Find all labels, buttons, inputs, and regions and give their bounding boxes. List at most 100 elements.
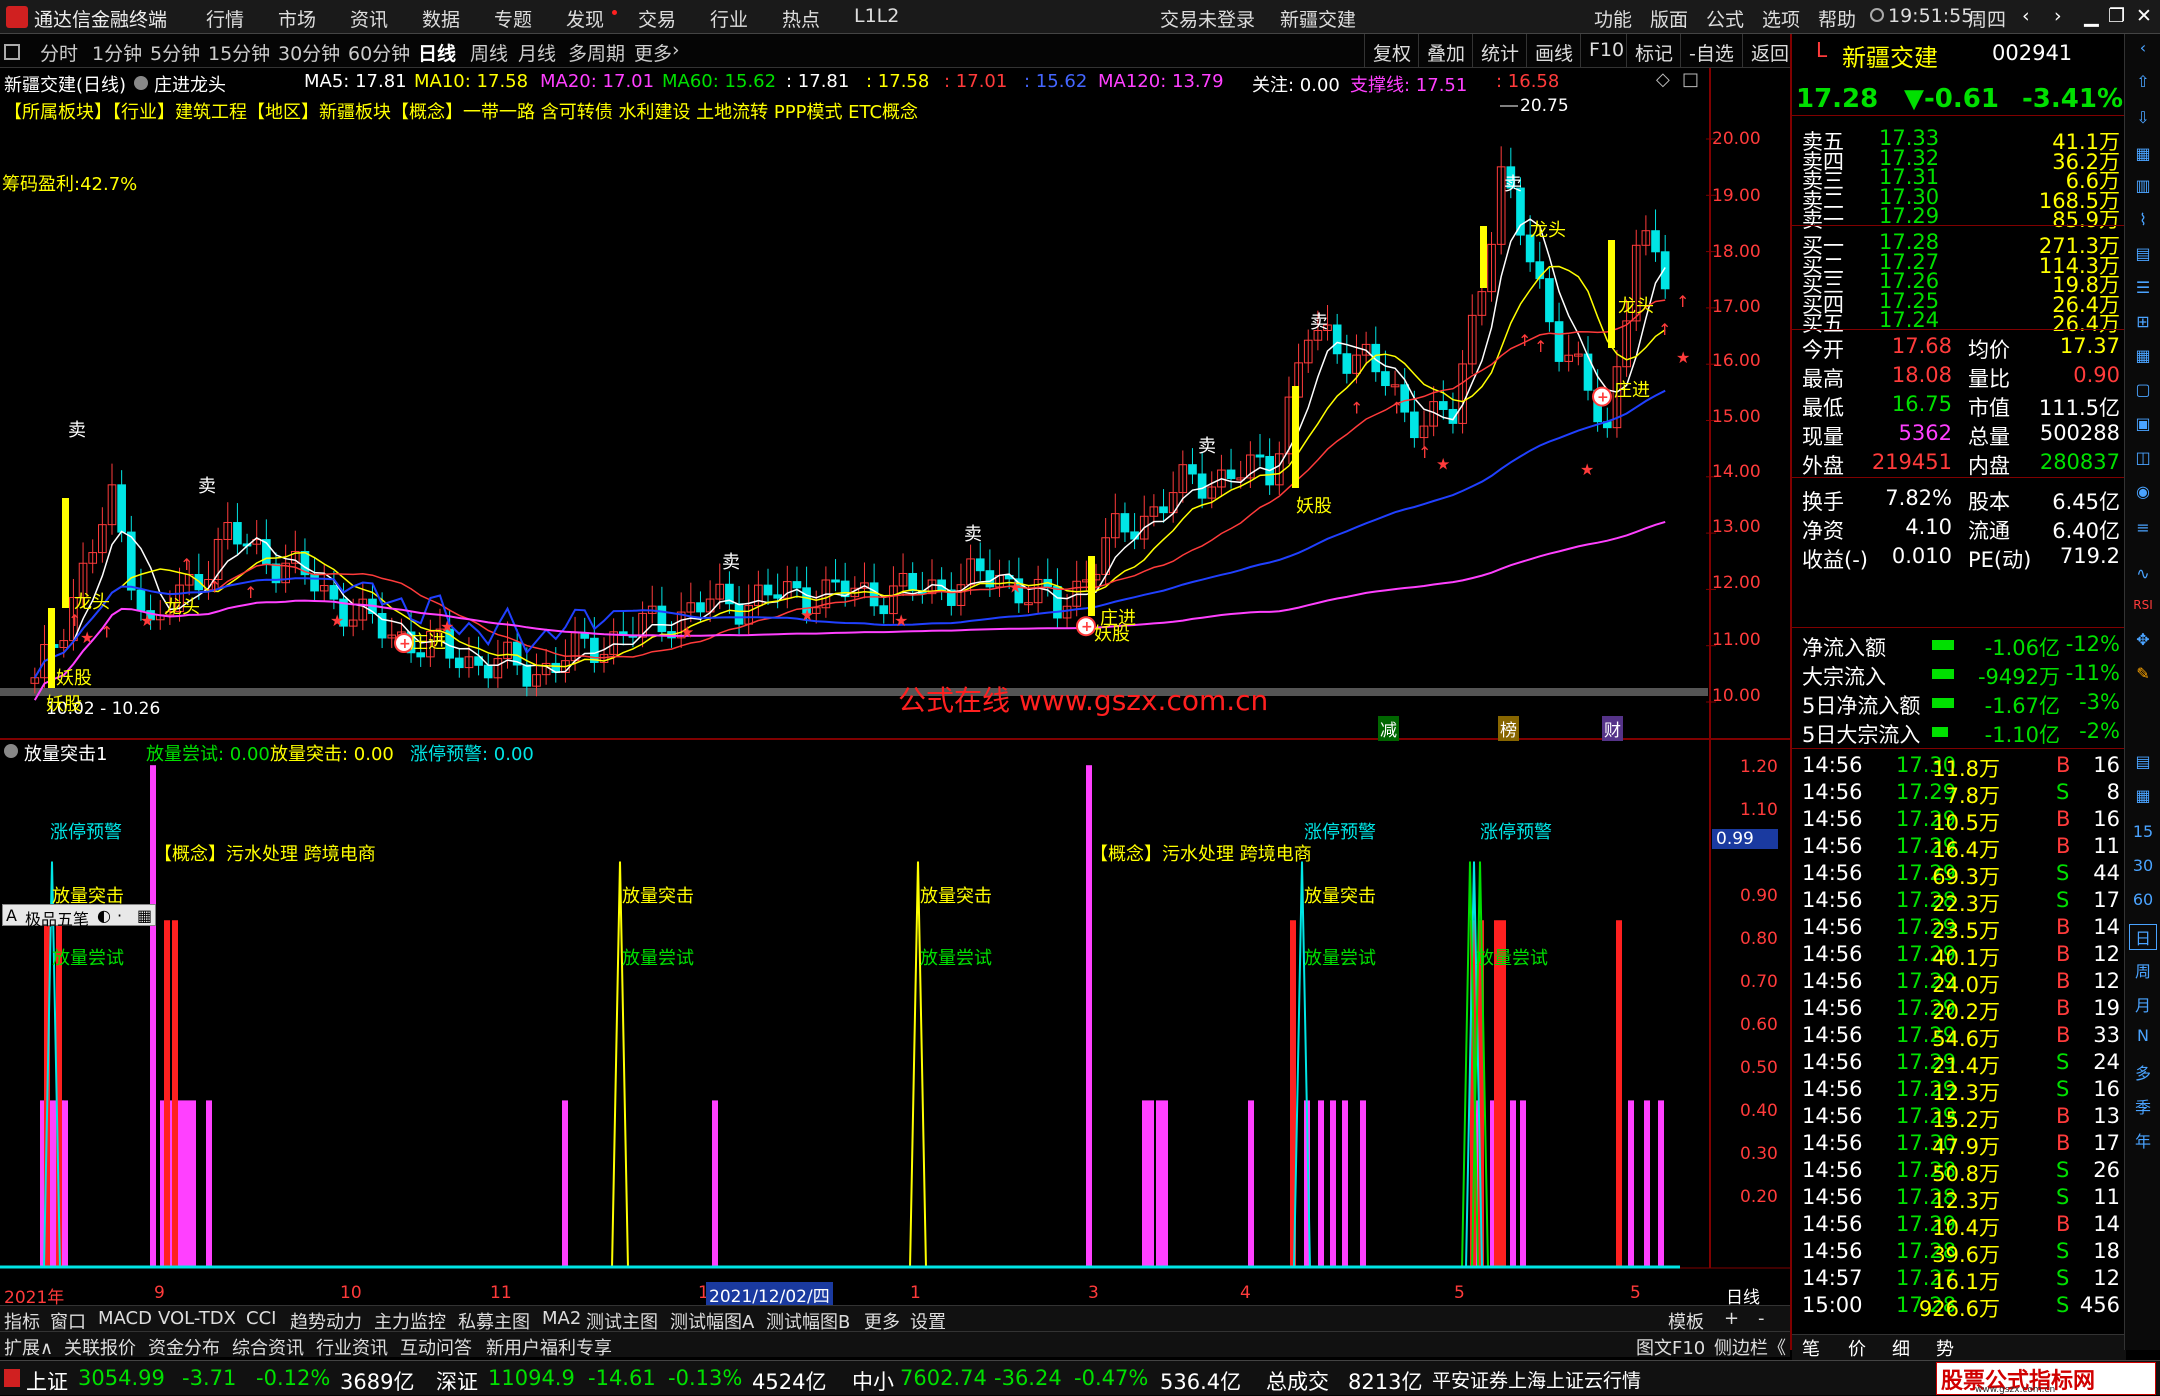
- tick-row[interactable]: 14:56 17.30 47.9万 B 17: [1792, 1131, 2126, 1159]
- tab-macd[interactable]: MACD: [98, 1308, 152, 1329]
- menu-item-l1l2[interactable]: L1L2: [854, 5, 899, 27]
- minimize-icon[interactable]: ▁: [2084, 5, 2099, 27]
- tab-qa[interactable]: 互动问答: [400, 1334, 472, 1360]
- ime-moon-icon[interactable]: ◐: [97, 906, 111, 925]
- period-quarter[interactable]: 季: [2129, 1094, 2157, 1120]
- tick-row[interactable]: 14:56 17.29 54.6万 B 33: [1792, 1023, 2126, 1051]
- tick-row[interactable]: 14:56 17.28 12.3万 S 11: [1792, 1185, 2126, 1213]
- list-icon[interactable]: ☰: [2129, 278, 2157, 304]
- layers-icon[interactable]: ◫: [2129, 448, 2157, 474]
- more-chevron-icon[interactable]: ›: [672, 39, 680, 61]
- period-tab-1min[interactable]: 1分钟: [92, 39, 142, 66]
- layout-grid-icon[interactable]: [4, 44, 20, 60]
- tool-back[interactable]: 返回: [1742, 34, 1797, 68]
- tool-f10[interactable]: F10: [1580, 34, 1632, 68]
- tool-draw[interactable]: 画线: [1526, 34, 1581, 68]
- expand-square-icon[interactable]: □: [1682, 69, 1699, 90]
- candle-icon[interactable]: ▤: [2129, 244, 2157, 270]
- tick-row[interactable]: 14:56 17.29 12.3万 S 16: [1792, 1077, 2126, 1105]
- stat2-row[interactable]: 净资 4.10 流通 6.40亿: [1792, 515, 2126, 543]
- tick-row[interactable]: 14:56 17.29 10.5万 B 16: [1792, 807, 2126, 835]
- stock-title-link[interactable]: 新疆交建: [1280, 5, 1356, 32]
- stat2-row[interactable]: 换手 7.82% 股本 6.45亿: [1792, 486, 2126, 514]
- zx-label[interactable]: 中小: [852, 1366, 894, 1396]
- tab-related-quotes[interactable]: 关联报价: [64, 1334, 136, 1360]
- tab-general-news[interactable]: 综合资讯: [232, 1334, 304, 1360]
- tab-ticks[interactable]: 笔: [1802, 1335, 1820, 1361]
- tick-row[interactable]: 14:57 17.27 16.1万 S 12: [1792, 1266, 2126, 1294]
- tab-fund-distribution[interactable]: 资金分布: [148, 1334, 220, 1360]
- stat-row[interactable]: 外盘 219451 内盘 280837: [1792, 450, 2126, 478]
- tool-overlay[interactable]: 叠加: [1418, 34, 1473, 68]
- tool-adjust[interactable]: 复权: [1364, 34, 1419, 68]
- tick-row[interactable]: 14:56 17.29 40.1万 B 12: [1792, 942, 2126, 970]
- menu-item-functions[interactable]: 功能: [1594, 5, 1632, 32]
- table-icon[interactable]: ▦: [2129, 346, 2157, 372]
- event-flag-finance[interactable]: 财: [1602, 716, 1623, 741]
- period-15[interactable]: 15: [2129, 822, 2157, 848]
- tab-price[interactable]: 价: [1848, 1335, 1866, 1361]
- period-tab-intraday[interactable]: 分时: [40, 39, 78, 66]
- period-multi[interactable]: 多: [2129, 1060, 2157, 1086]
- close-icon[interactable]: ✕: [2136, 5, 2152, 27]
- tab-sidebar[interactable]: 侧边栏《: [1714, 1334, 1786, 1360]
- period-tab-60min[interactable]: 60分钟: [348, 39, 410, 66]
- tab-cci[interactable]: CCI: [246, 1308, 276, 1329]
- period-day[interactable]: 日: [2129, 924, 2157, 950]
- menu-item-market[interactable]: 市场: [278, 5, 316, 32]
- menu-item-layout[interactable]: 版面: [1650, 5, 1688, 32]
- period-n[interactable]: N: [2129, 1026, 2157, 1052]
- tick-row[interactable]: 14:56 17.28 39.6万 S 18: [1792, 1239, 2126, 1267]
- forward-arrow-icon[interactable]: ›: [2054, 5, 2062, 27]
- sh-label[interactable]: 上证: [26, 1366, 68, 1396]
- tick-row[interactable]: 14:56 17.29 7.8万 S 8: [1792, 780, 2126, 808]
- menu-item-data[interactable]: 数据: [422, 5, 460, 32]
- stack-icon[interactable]: ≡: [2129, 518, 2157, 544]
- menu-item-topics[interactable]: 专题: [494, 5, 532, 32]
- tick-row[interactable]: 14:56 17.30 11.8万 B 16: [1792, 753, 2126, 781]
- flow-row[interactable]: 5日净流入额 -1.67亿 -3%: [1792, 690, 2126, 718]
- tab-extend[interactable]: 扩展∧: [4, 1334, 53, 1360]
- period-60[interactable]: 60: [2129, 890, 2157, 916]
- period-week[interactable]: 周: [2129, 958, 2157, 984]
- restore-icon[interactable]: ❐: [2108, 5, 2125, 27]
- period-tab-monthly[interactable]: 月线: [518, 39, 556, 66]
- ask-row[interactable]: 卖一 17.29 85.9万: [1792, 204, 2126, 232]
- tab-ma2[interactable]: MA2: [542, 1308, 581, 1329]
- menu-item-discover[interactable]: 发现: [566, 5, 604, 32]
- tool-remove-fav[interactable]: -自选: [1680, 34, 1742, 68]
- tick-row[interactable]: 14:56 17.29 15.2万 B 13: [1792, 1104, 2126, 1132]
- period-tab-15min[interactable]: 15分钟: [208, 39, 270, 66]
- tick-row[interactable]: 14:56 17.29 20.2万 B 19: [1792, 996, 2126, 1024]
- tick-row[interactable]: 14:56 17.29 24.0万 B 12: [1792, 969, 2126, 997]
- event-flag-board[interactable]: 榜: [1498, 716, 1519, 741]
- bid-row[interactable]: 买五 17.24 26.4万: [1792, 308, 2126, 336]
- flow-row[interactable]: 净流入额 -1.06亿 -12%: [1792, 632, 2126, 660]
- tab-add[interactable]: +: [1724, 1308, 1739, 1329]
- tab-vol-tdx[interactable]: VOL-TDX: [158, 1308, 236, 1329]
- fin-icon[interactable]: ⊞: [2129, 312, 2157, 338]
- tab-new-user[interactable]: 新用户福利专享: [486, 1334, 612, 1360]
- tab-trend[interactable]: 势: [1936, 1335, 1954, 1361]
- period-30[interactable]: 30: [2129, 856, 2157, 882]
- period-year[interactable]: 年: [2129, 1128, 2157, 1154]
- flow-row[interactable]: 5日大宗流入 -1.10亿 -2%: [1792, 719, 2126, 747]
- f10-icon[interactable]: ▣: [2129, 414, 2157, 440]
- tick-row[interactable]: 14:56 17.29 69.3万 S 44: [1792, 861, 2126, 889]
- line-chart-icon[interactable]: ⌇: [2129, 210, 2157, 236]
- tab-remove[interactable]: -: [1758, 1308, 1765, 1329]
- down-arrow-icon[interactable]: ⇩: [2129, 108, 2157, 134]
- menu-item-hot[interactable]: 热点: [782, 5, 820, 32]
- ime-keyboard-icon[interactable]: ▦: [137, 906, 152, 925]
- period-tab-more[interactable]: 更多: [634, 39, 672, 66]
- tab-industry-news[interactable]: 行业资讯: [316, 1334, 388, 1360]
- sz-label[interactable]: 深证: [436, 1366, 478, 1396]
- flow-row[interactable]: 大宗流入 -9492万 -11%: [1792, 661, 2126, 689]
- period-tab-daily[interactable]: 日线: [418, 39, 456, 66]
- tool-stats[interactable]: 统计: [1472, 34, 1527, 68]
- pencil-icon[interactable]: ✎: [2129, 664, 2157, 690]
- menu-item-formula[interactable]: 公式: [1706, 5, 1744, 32]
- menu-item-help[interactable]: 帮助: [1818, 5, 1856, 32]
- menu-item-news[interactable]: 资讯: [350, 5, 388, 32]
- grid-icon[interactable]: ▦: [2129, 144, 2157, 170]
